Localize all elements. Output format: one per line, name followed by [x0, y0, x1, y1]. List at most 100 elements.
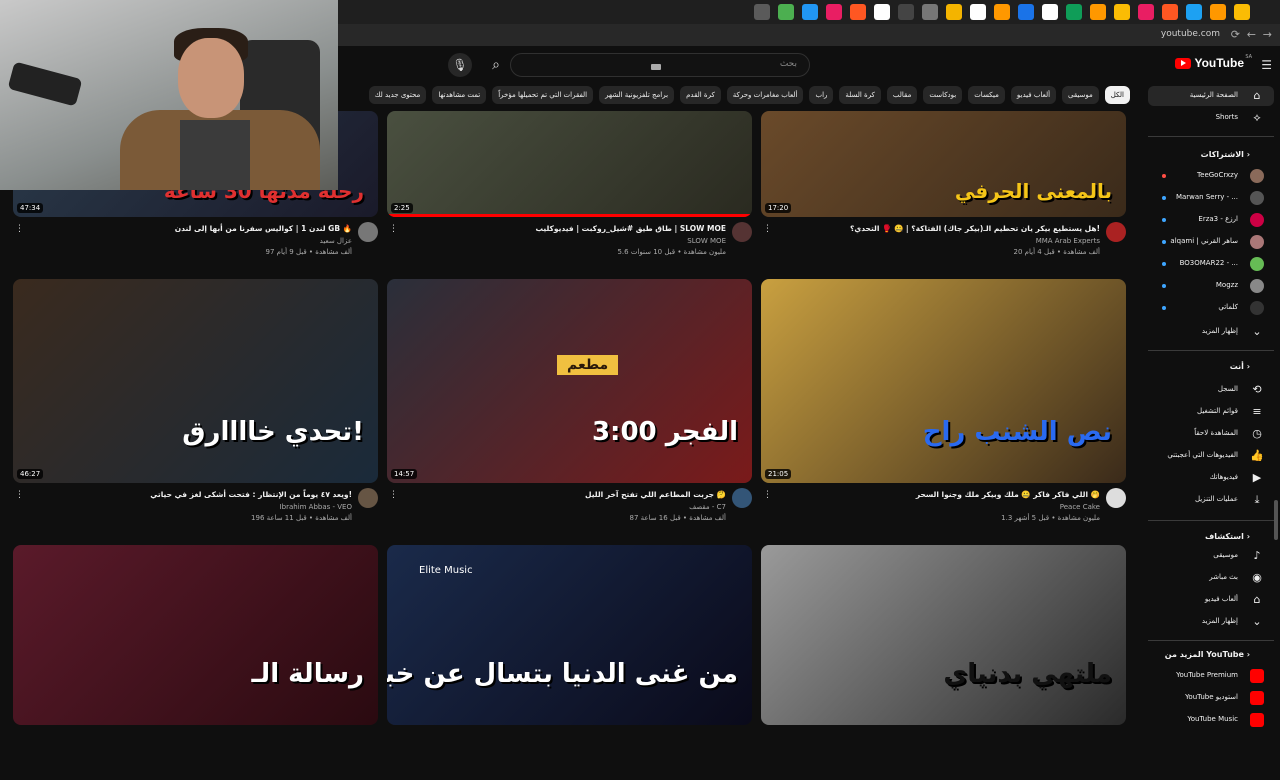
video-card[interactable]: 3:00 الفجر مطعم 14:57 جربت المطاعم اللي تفت… [387, 279, 752, 530]
filter-chip[interactable]: ميكسات [968, 86, 1005, 104]
video-card[interactable]: بالمعنى الحرفي 17:20 هل يستطيع بيكر يان تح… [761, 111, 1126, 264]
browser-tab-favicon[interactable] [994, 4, 1010, 20]
video-title[interactable]: طاق طيق #شيل_روكبت | فيديوكليب | SLOW MO… [535, 224, 726, 233]
browser-tab-favicon[interactable] [874, 4, 890, 20]
filter-chip[interactable]: محتوى جديد لك [368, 86, 427, 104]
sidebar-more-item[interactable]: YouTube Music [1148, 710, 1274, 730]
sidebar-item[interactable]: ⌄ إظهار المزيد [1148, 322, 1274, 342]
browser-tab-favicon[interactable] [850, 4, 866, 20]
browser-tab-favicon[interactable] [1186, 4, 1202, 20]
more-options-icon[interactable]: ⋮ [15, 490, 24, 500]
video-thumbnail[interactable]: رسالة الـ [13, 545, 378, 725]
back-icon[interactable]: → [1263, 28, 1272, 41]
video-thumbnail[interactable]: من غنى الدنيا بتسال عن خبر؟ Elite Music [387, 545, 752, 725]
sidebar-scrollbar[interactable] [1274, 500, 1278, 540]
video-card[interactable]: نص الشنب راح 21:05 اللي فاكر فاكر 🤐 ملك وب… [761, 279, 1126, 530]
youtube-logo[interactable]: YouTube [1172, 56, 1244, 70]
sidebar-section-title[interactable]: استكشاف › [1205, 532, 1250, 541]
menu-icon[interactable]: ☰ [1261, 58, 1272, 72]
more-options-icon[interactable]: ⋮ [763, 490, 772, 500]
channel-name[interactable]: Ibrahim Abbas - VEO [280, 503, 352, 511]
forward-icon[interactable]: ← [1247, 28, 1256, 41]
channel-avatar[interactable] [732, 488, 752, 508]
sidebar-subscription[interactable]: Erza3 - ارزع [1148, 210, 1274, 230]
browser-tab-favicon[interactable] [1066, 4, 1082, 20]
voice-search-icon[interactable]: 🎙 [448, 53, 472, 77]
sidebar-item[interactable]: 👍 الفيديوهات التي أعجبتني [1148, 446, 1274, 466]
sidebar-item[interactable]: ▶ فيديوهاتك [1148, 468, 1274, 488]
filter-chip[interactable]: الكل [1104, 86, 1130, 104]
sidebar-more-item[interactable]: YouTube Premium [1148, 666, 1274, 686]
channel-name[interactable]: MMA Arab Experts [1036, 237, 1100, 245]
browser-tab-favicon[interactable] [1162, 4, 1178, 20]
filter-chip[interactable]: الفقرات التي تم تحميلها مؤخراً [492, 86, 594, 104]
filter-chip[interactable]: ألعاب فيديو [1010, 86, 1057, 104]
channel-avatar[interactable] [358, 488, 378, 508]
filter-chip[interactable]: مقالب [886, 86, 918, 104]
reload-icon[interactable]: ⟳ [1231, 28, 1240, 41]
sidebar-section-title[interactable]: الاشتراكات › [1201, 150, 1250, 159]
sidebar-subscription[interactable]: alqami | ساهر القرني [1148, 232, 1274, 252]
search-icon[interactable]: ⌕ [484, 53, 508, 77]
browser-tab-favicon[interactable] [1114, 4, 1130, 20]
video-card[interactable]: من غنى الدنيا بتسال عن خبر؟ Elite Music [387, 545, 752, 780]
tab-strip[interactable] [754, 4, 1250, 20]
sidebar-subscription[interactable]: BO3OMAR22 - ... [1148, 254, 1274, 274]
filter-chip[interactable]: راب [809, 86, 834, 104]
sidebar-item[interactable]: ≡ قوائم التشغيل [1148, 402, 1274, 422]
browser-tab-favicon[interactable] [1018, 4, 1034, 20]
sidebar-more-item[interactable]: YouTube استوديو [1148, 688, 1274, 708]
browser-tab-favicon[interactable] [826, 4, 842, 20]
browser-tab-favicon[interactable] [802, 4, 818, 20]
sidebar-subscription[interactable]: Mogzz [1148, 276, 1274, 296]
channel-name[interactable]: عزال سعيد [320, 237, 352, 245]
browser-tab-favicon[interactable] [1210, 4, 1226, 20]
sidebar-subscription[interactable]: TeeGoCrxzy [1148, 166, 1274, 186]
more-options-icon[interactable]: ⋮ [389, 224, 398, 234]
video-card[interactable]: تحدي خاااارق! 46:27 ويعد ٤٧ يوماً من الإنت… [13, 279, 378, 530]
browser-tab-favicon[interactable] [1138, 4, 1154, 20]
sidebar-subscription[interactable]: Marwan Serry - ... [1148, 188, 1274, 208]
keyboard-icon[interactable] [651, 64, 661, 70]
filter-chip[interactable]: تمت مشاهدتها [432, 86, 487, 104]
video-card[interactable]: رسالة الـ [13, 545, 378, 780]
browser-tab-favicon[interactable] [1090, 4, 1106, 20]
video-title[interactable]: اللي فاكر فاكر 🤐 ملك وبيكر ملك وجنوا الس… [916, 490, 1100, 499]
browser-tab-favicon[interactable] [922, 4, 938, 20]
channel-avatar[interactable] [1106, 488, 1126, 508]
video-thumbnail[interactable]: نص الشنب راح 21:05 [761, 279, 1126, 483]
sidebar-item[interactable]: ⌂ الصفحة الرئيسية [1148, 86, 1274, 106]
browser-tab-favicon[interactable] [1042, 4, 1058, 20]
video-title[interactable]: ويعد ٤٧ يوماً من الإنتظار : فتحت أشكى لغ… [150, 490, 352, 499]
video-title[interactable]: جربت المطاعم اللي تفتح آخر الليل 🤔 [585, 490, 726, 499]
more-options-icon[interactable]: ⋮ [763, 224, 772, 234]
filter-chip[interactable]: موسيقى [1062, 86, 1099, 104]
filter-chip[interactable]: بودكاست [923, 86, 963, 104]
filter-chip[interactable]: كرة القدم [680, 86, 721, 104]
sidebar-item[interactable]: ◉ بث مباشر [1148, 568, 1274, 588]
video-card[interactable]: ملتهي بدنياي [761, 545, 1126, 780]
sidebar-section-title[interactable]: أنت › [1230, 362, 1250, 371]
sidebar-item[interactable]: ♪ موسيقى [1148, 546, 1274, 566]
channel-avatar[interactable] [1106, 222, 1126, 242]
browser-tab-favicon[interactable] [946, 4, 962, 20]
video-thumbnail[interactable]: ملتهي بدنياي [761, 545, 1126, 725]
video-thumbnail[interactable]: تحدي خاااارق! 46:27 [13, 279, 378, 483]
browser-tab-favicon[interactable] [898, 4, 914, 20]
sidebar-item[interactable]: ⌂ ألعاب فيديو [1148, 590, 1274, 610]
video-thumbnail[interactable]: 2:25 [387, 111, 752, 217]
sidebar-subscription[interactable]: كلماتي [1148, 298, 1274, 318]
sidebar-section-title[interactable]: المزيد من YouTube › [1165, 650, 1250, 659]
search-input[interactable]: بحث [510, 53, 810, 77]
channel-avatar[interactable] [732, 222, 752, 242]
sidebar-item[interactable]: ⌄ إظهار المزيد [1148, 612, 1274, 632]
browser-tab-favicon[interactable] [754, 4, 770, 20]
channel-avatar[interactable] [358, 222, 378, 242]
video-thumbnail[interactable]: 3:00 الفجر مطعم 14:57 [387, 279, 752, 483]
browser-tab-favicon[interactable] [778, 4, 794, 20]
browser-tab-favicon[interactable] [970, 4, 986, 20]
sidebar-item[interactable]: ⟲ السجل [1148, 380, 1274, 400]
more-options-icon[interactable]: ⋮ [389, 490, 398, 500]
filter-chip[interactable]: ألعاب مغامرات وحركة [726, 86, 804, 104]
browser-tab-favicon[interactable] [1234, 4, 1250, 20]
